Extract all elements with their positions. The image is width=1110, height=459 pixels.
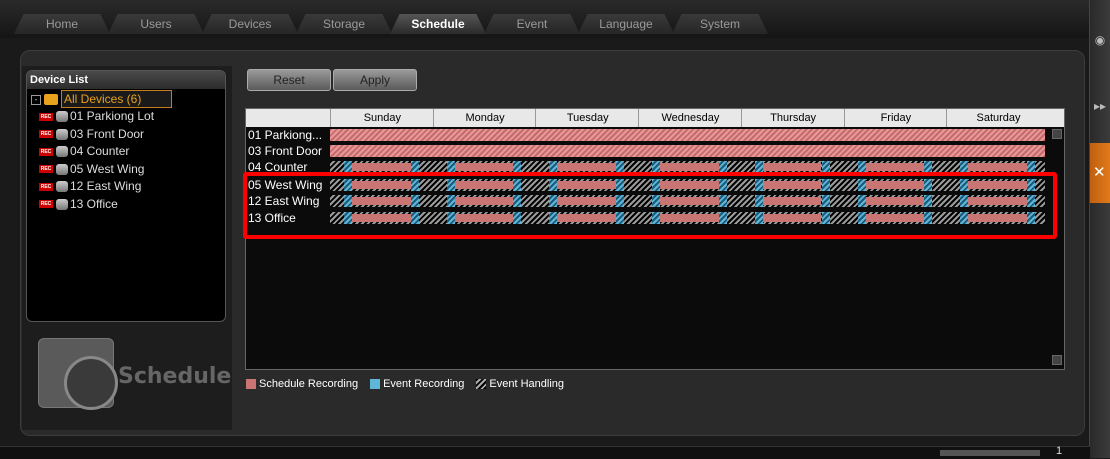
camera-icon [56, 111, 68, 123]
all-devices-label[interactable]: All Devices (6) [61, 90, 173, 108]
schedule-segment [968, 163, 1027, 171]
rec-icon: REC [39, 112, 53, 121]
device-item[interactable]: REC 12 East Wing [39, 178, 141, 194]
row-label: 03 Front Door [248, 144, 323, 158]
schedule-swatch [246, 379, 256, 389]
highlight-box [243, 172, 1057, 239]
tab-users[interactable]: Users [108, 14, 204, 34]
camera-icon [56, 163, 68, 175]
device-item[interactable]: REC 01 Parkiong Lot [39, 108, 154, 124]
fast-forward-icon[interactable]: ▸▸ [1092, 98, 1108, 114]
handling-swatch [476, 379, 487, 389]
device-item[interactable]: REC 13 Office [39, 196, 118, 212]
day-header-friday: Friday [843, 109, 948, 127]
day-header-monday: Monday [432, 109, 537, 127]
camera-icon [56, 198, 68, 210]
folder-icon [44, 94, 58, 106]
tab-storage[interactable]: Storage [296, 14, 392, 34]
device-label: 04 Counter [70, 144, 130, 158]
day-header-sunday: Sunday [330, 109, 434, 127]
schedule-segment [454, 163, 514, 171]
camera-icon [56, 128, 68, 140]
tab-devices[interactable]: Devices [202, 14, 298, 34]
rec-icon: REC [39, 147, 53, 156]
schedule-segment [865, 163, 925, 171]
collapse-icon[interactable]: - [31, 94, 41, 105]
rec-icon: REC [39, 130, 53, 139]
device-label: 05 West Wing [70, 161, 145, 176]
clock-icon [64, 356, 118, 410]
day-header-tuesday: Tuesday [535, 109, 639, 127]
device-tree-root[interactable]: - All Devices (6) [31, 90, 173, 108]
device-label: 03 Front Door [70, 126, 145, 141]
tools-tab[interactable]: ✕ [1090, 143, 1110, 203]
legend: Schedule Recording Event Recording Event… [246, 378, 564, 390]
scroll-down-icon[interactable] [1052, 355, 1062, 365]
schedule-segment [660, 163, 719, 171]
device-item[interactable]: REC 05 West Wing [39, 161, 144, 177]
legend-event: Event Recording [383, 378, 465, 390]
schedule-bar[interactable] [330, 145, 1045, 157]
day-header-wednesday: Wednesday [638, 109, 742, 127]
apply-button[interactable]: Apply [333, 69, 417, 91]
logo-text: Schedule [118, 364, 232, 389]
day-header-saturday: Saturday [946, 109, 1050, 127]
day-header-thursday: Thursday [740, 109, 845, 127]
schedule-segment [352, 163, 411, 171]
schedule-segment [557, 163, 617, 171]
legend-handling: Event Handling [489, 378, 565, 390]
schedule-logo: Schedule [38, 338, 232, 416]
top-navigation: Home Users Devices Storage Schedule Event Lang… [0, 0, 1090, 38]
tab-home[interactable]: Home [14, 14, 110, 34]
camera-icon [56, 181, 68, 193]
rec-icon: REC [39, 182, 53, 191]
reset-button[interactable]: Reset [247, 69, 331, 91]
rec-icon: REC [39, 200, 53, 209]
volume-slider[interactable] [940, 450, 1040, 456]
wrench-icon: ✕ [1093, 164, 1106, 181]
device-list-title: Device List [27, 71, 225, 89]
schedule-grid[interactable]: Sunday Monday Tuesday Wednesday Thursday Frid… [245, 108, 1065, 370]
tab-event[interactable]: Event [484, 14, 580, 34]
event-swatch [370, 379, 381, 389]
device-label: 13 Office [70, 196, 118, 211]
tab-system[interactable]: System [672, 14, 768, 34]
row-label: 01 Parkiong... [248, 128, 323, 142]
device-label: 01 Parkiong Lot [70, 109, 155, 123]
page-indicator: 1 [1056, 445, 1063, 457]
tab-language[interactable]: Language [578, 14, 674, 34]
legend-schedule: Schedule Recording [259, 378, 359, 390]
status-bar: 1 [0, 445, 1090, 459]
device-item[interactable]: REC 03 Front Door [39, 126, 144, 142]
scroll-up-icon[interactable] [1052, 129, 1062, 139]
day-header: Sunday Monday Tuesday Wednesday Thursday Frid… [246, 109, 1064, 127]
schedule-bar[interactable] [330, 129, 1045, 141]
schedule-segment [762, 163, 822, 171]
device-item[interactable]: REC 04 Counter [39, 143, 129, 159]
right-rail: ◉ ▸▸ ✕ [1089, 0, 1110, 458]
device-list: Device List - All Devices (6) REC 01 Parki… [26, 70, 226, 322]
eye-icon[interactable]: ◉ [1092, 32, 1108, 48]
device-label: 12 East Wing [70, 179, 142, 193]
camera-icon [56, 146, 68, 158]
tab-bar: Home Users Devices Storage Schedule Event Lang… [14, 14, 768, 34]
rec-icon: REC [39, 165, 53, 174]
tab-schedule[interactable]: Schedule [390, 14, 486, 34]
